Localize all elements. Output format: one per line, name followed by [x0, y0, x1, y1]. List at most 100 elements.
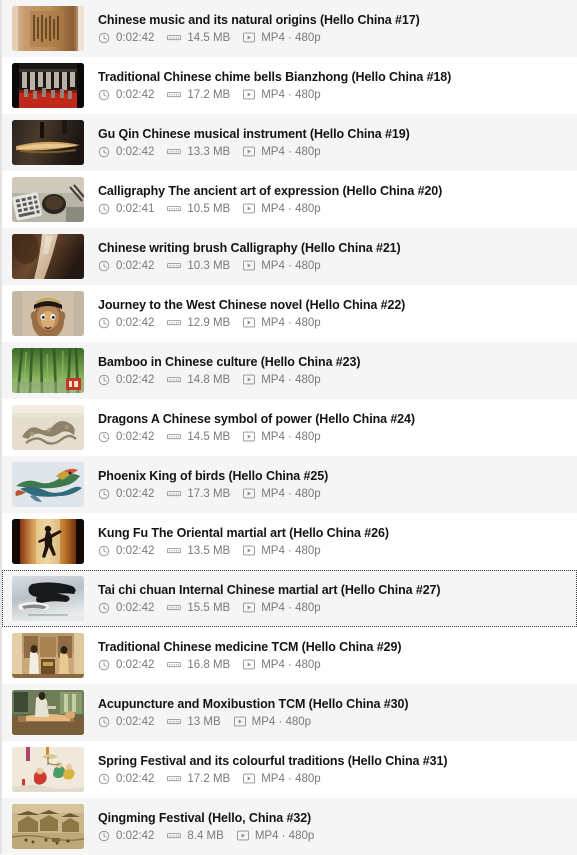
filesize-field: 8.4 MB [167, 829, 224, 843]
duration-field-value: 0:02:41 [116, 202, 155, 215]
filesize-field: 17.2 MB [167, 772, 230, 786]
storage-icon [167, 432, 182, 441]
filesize-field: 12.9 MB [167, 316, 230, 330]
duration-field: 0:02:42 [98, 259, 154, 273]
duration-field: 0:02:42 [98, 88, 154, 102]
duration-field: 0:02:42 [98, 772, 154, 786]
format-field-value: MP4 · 480p [261, 658, 321, 671]
item-title: Qingming Festival (Hello, China #32) [98, 810, 312, 825]
format-field: MP4 · 480p [243, 487, 321, 501]
clock-icon [98, 488, 110, 500]
clock-icon [98, 716, 110, 728]
file-list-item[interactable]: Traditional Chinese chime bells Bianzhon… [2, 57, 577, 114]
duration-field-value: 0:02:42 [116, 658, 155, 671]
file-list-item[interactable]: Acupuncture and Moxibustion TCM (Hello C… [2, 684, 577, 741]
file-list-item[interactable]: Journey to the West Chinese novel (Hello… [2, 285, 577, 342]
duration-field: 0:02:42 [98, 601, 154, 615]
file-list-item[interactable]: Chinese music and its natural origins (H… [2, 0, 577, 57]
clock-icon [98, 146, 110, 158]
file-list-item[interactable]: Kung Fu The Oriental martial art (Hello … [2, 513, 577, 570]
duration-field: 0:02:41 [98, 202, 154, 216]
storage-icon [167, 33, 182, 42]
clock-icon [98, 260, 110, 272]
duration-field-value: 0:02:42 [116, 259, 155, 272]
format-field: MP4 · 480p [243, 430, 321, 444]
file-list-item[interactable]: Calligraphy The ancient art of expressio… [2, 171, 577, 228]
format-field-value: MP4 · 480p [261, 544, 321, 557]
media-file-list[interactable]: Chinese music and its natural origins (H… [0, 0, 577, 855]
duration-field: 0:02:42 [98, 829, 154, 843]
play-box-icon [243, 203, 256, 214]
file-list-item[interactable]: Dragons A Chinese symbol of power (Hello… [2, 399, 577, 456]
item-details: Chinese music and its natural origins (H… [98, 13, 577, 45]
video-thumbnail [12, 234, 84, 279]
file-list-item[interactable]: Phoenix King of birds (Hello China #25) 0… [2, 456, 577, 513]
clock-icon [98, 773, 110, 785]
item-metadata: 0:02:42 13 MB MP4 · 480p [98, 715, 569, 729]
format-field: MP4 · 480p [243, 544, 321, 558]
item-metadata: 0:02:42 16.8 MB MP4 · 480p [98, 658, 569, 672]
item-title: Calligraphy The ancient art of expressio… [98, 183, 443, 198]
file-list-item[interactable]: Chinese writing brush Calligraphy (Hello… [2, 228, 577, 285]
duration-field-value: 0:02:42 [116, 88, 155, 101]
format-field: MP4 · 480p [243, 31, 321, 45]
video-thumbnail [12, 120, 84, 165]
play-box-icon [243, 545, 256, 556]
play-box-icon [233, 716, 246, 727]
item-details: Phoenix King of birds (Hello China #25) 0… [98, 469, 577, 501]
clock-icon [98, 89, 110, 101]
item-title: Phoenix King of birds (Hello China #25) [98, 468, 329, 483]
duration-field: 0:02:42 [98, 373, 154, 387]
play-box-icon [236, 830, 249, 841]
duration-field: 0:02:42 [98, 316, 154, 330]
play-box-icon [243, 374, 256, 385]
item-details: Calligraphy The ancient art of expressio… [98, 184, 577, 216]
storage-icon [167, 831, 182, 840]
filesize-field-value: 16.8 MB [187, 658, 231, 671]
duration-field-value: 0:02:42 [116, 145, 155, 158]
format-field-value: MP4 · 480p [261, 202, 321, 215]
file-list-item[interactable]: Traditional Chinese medicine TCM (Hello … [2, 627, 577, 684]
play-box-icon [243, 317, 256, 328]
item-details: Qingming Festival (Hello, China #32) 0:02… [98, 811, 577, 843]
format-field-value: MP4 · 480p [261, 373, 321, 386]
item-metadata: 0:02:42 13.5 MB MP4 · 480p [98, 544, 569, 558]
video-thumbnail [12, 291, 84, 336]
filesize-field: 14.8 MB [167, 373, 230, 387]
storage-icon [167, 660, 182, 669]
format-field-value: MP4 · 480p [261, 487, 321, 500]
video-thumbnail [12, 6, 84, 51]
duration-field: 0:02:42 [98, 31, 154, 45]
storage-icon [167, 375, 182, 384]
file-list-item[interactable]: Qingming Festival (Hello, China #32) 0:02… [2, 798, 577, 855]
item-metadata: 0:02:42 12.9 MB MP4 · 480p [98, 316, 569, 330]
item-details: Spring Festival and its colourful tradit… [98, 754, 577, 786]
duration-field-value: 0:02:42 [116, 829, 155, 842]
item-details: Gu Qin Chinese musical instrument (Hello… [98, 127, 577, 159]
item-details: Journey to the West Chinese novel (Hello… [98, 298, 577, 330]
play-box-icon [243, 146, 256, 157]
duration-field: 0:02:42 [98, 544, 154, 558]
item-title: Acupuncture and Moxibustion TCM (Hello C… [98, 696, 409, 711]
item-title: Traditional Chinese chime bells Bianzhon… [98, 69, 452, 84]
file-list-item[interactable]: Tai chi chuan Internal Chinese martial a… [2, 570, 577, 627]
file-list-item[interactable]: Gu Qin Chinese musical instrument (Hello… [2, 114, 577, 171]
item-title: Chinese writing brush Calligraphy (Hello… [98, 240, 401, 255]
play-box-icon [243, 32, 256, 43]
file-list-item[interactable]: Bamboo in Chinese culture (Hello China #… [2, 342, 577, 399]
item-metadata: 0:02:42 10.3 MB MP4 · 480p [98, 259, 569, 273]
filesize-field: 13.3 MB [167, 145, 230, 159]
format-field-value: MP4 · 480p [261, 145, 321, 158]
video-thumbnail [12, 63, 84, 108]
format-field-value: MP4 · 480p [261, 772, 321, 785]
item-details: Acupuncture and Moxibustion TCM (Hello C… [98, 697, 577, 729]
video-thumbnail [12, 747, 84, 792]
video-thumbnail [12, 462, 84, 507]
duration-field: 0:02:42 [98, 658, 154, 672]
item-title: Chinese music and its natural origins (H… [98, 12, 420, 27]
clock-icon [98, 32, 110, 44]
format-field-value: MP4 · 480p [261, 430, 321, 443]
file-list-item[interactable]: Spring Festival and its colourful tradit… [2, 741, 577, 798]
clock-icon [98, 659, 110, 671]
filesize-field-value: 13.5 MB [187, 544, 231, 557]
